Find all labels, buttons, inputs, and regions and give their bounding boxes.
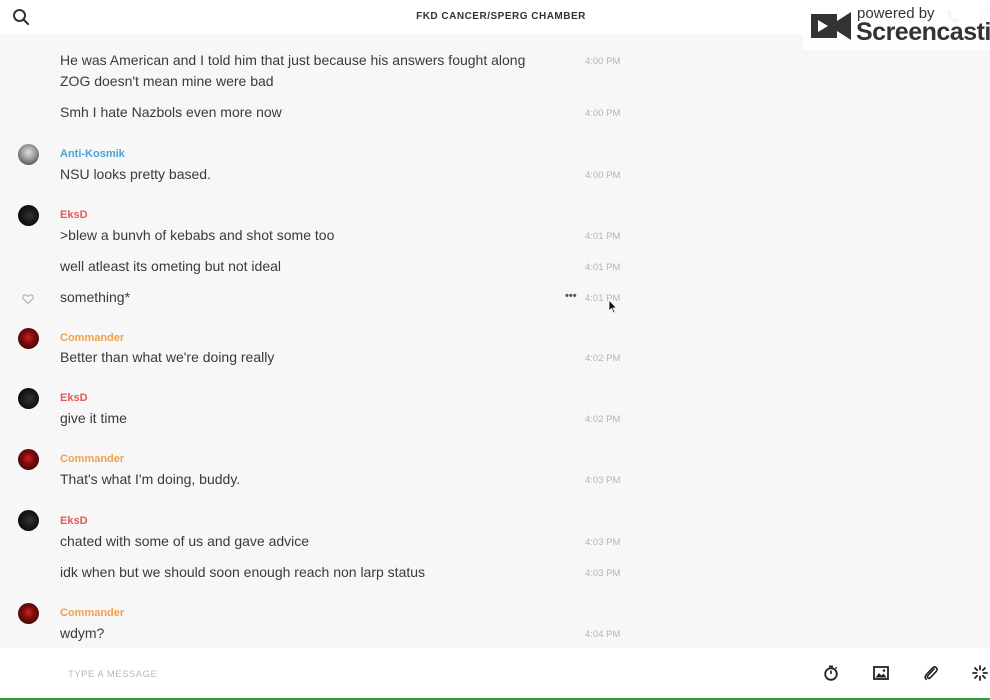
message-time: 4:03 PM xyxy=(585,475,621,486)
more-icon[interactable]: ••• xyxy=(565,290,577,302)
message-text: NSU looks pretty based. xyxy=(60,166,211,182)
avatar[interactable] xyxy=(18,603,39,624)
message-author[interactable]: EksD xyxy=(60,209,88,221)
message-feed[interactable]: He was American and I told him that just… xyxy=(0,34,990,648)
message-text: idk when but we should soon enough reach… xyxy=(60,564,426,580)
heart-icon[interactable] xyxy=(22,292,34,305)
message-time: 4:00 PM xyxy=(585,170,621,181)
message-text: give it time xyxy=(60,410,127,426)
avatar[interactable] xyxy=(18,449,39,470)
message-text: chated with some of us and gave advice xyxy=(60,533,310,549)
message-text: >blew a bunvh of kebabs and shot some to… xyxy=(60,227,335,243)
avatar[interactable] xyxy=(18,328,39,349)
message-author[interactable]: Commander xyxy=(60,607,124,619)
message-time: 4:01 PM xyxy=(585,262,621,273)
message-text: Better than what we're doing really xyxy=(60,349,275,365)
message-time: 4:00 PM xyxy=(585,108,621,119)
message-time: 4:03 PM xyxy=(585,537,621,548)
message-time: 4:00 PM xyxy=(585,56,621,67)
message-author[interactable]: EksD xyxy=(60,515,88,527)
message-text: Smh I hate Nazbols even more now xyxy=(60,104,282,120)
message-author[interactable]: Commander xyxy=(60,453,124,465)
message-time: 4:02 PM xyxy=(585,414,621,425)
message-author[interactable]: EksD xyxy=(60,392,88,404)
cursor-icon xyxy=(608,298,618,319)
avatar[interactable] xyxy=(18,144,39,165)
message-author[interactable]: Commander xyxy=(60,332,124,344)
message-author[interactable]: Anti-Kosmik xyxy=(60,148,125,160)
message-text: something* xyxy=(60,289,131,305)
message-time: 4:02 PM xyxy=(585,353,621,364)
message-text-continued: ZOG doesn't mean mine were bad xyxy=(60,73,274,89)
paperclip-icon[interactable] xyxy=(923,665,939,681)
avatar[interactable] xyxy=(18,388,39,409)
message-composer xyxy=(0,648,990,698)
image-icon[interactable] xyxy=(873,665,889,681)
message-input[interactable] xyxy=(66,663,770,685)
message-time: 4:03 PM xyxy=(585,568,621,579)
message-text: That's what I'm doing, buddy. xyxy=(60,471,241,487)
timer-icon[interactable] xyxy=(823,665,839,681)
message-text: wdym? xyxy=(60,625,105,641)
sparkle-icon[interactable] xyxy=(972,665,988,681)
message-text: well atleast its ometing but not ideal xyxy=(60,258,282,274)
message-time: 4:04 PM xyxy=(585,629,621,640)
message-time: 4:01 PM xyxy=(585,231,621,242)
avatar[interactable] xyxy=(18,205,39,226)
avatar[interactable] xyxy=(18,510,39,531)
message-text: He was American and I told him that just… xyxy=(60,52,526,68)
